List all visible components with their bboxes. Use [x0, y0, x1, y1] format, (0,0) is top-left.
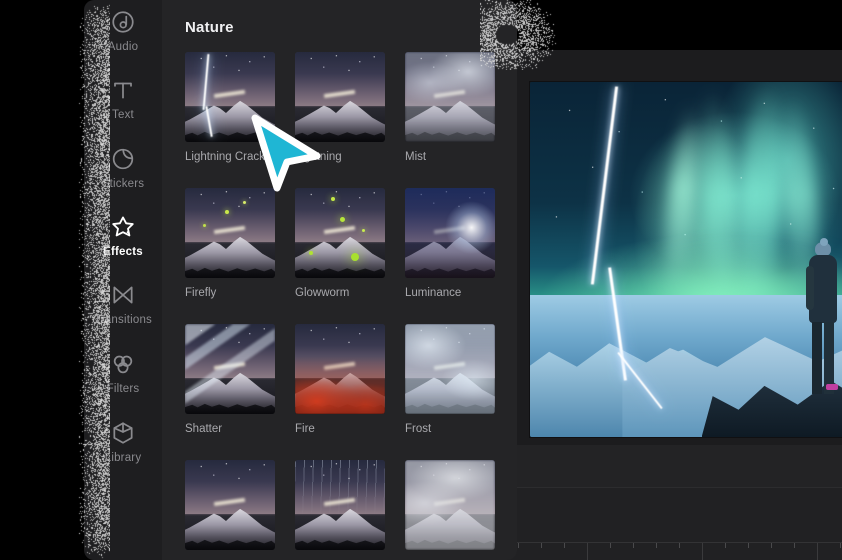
thumb-mountain — [185, 52, 275, 142]
sidebar-item-library[interactable]: Library — [84, 419, 162, 464]
effect-thumbnail[interactable] — [295, 324, 385, 414]
effect-item[interactable] — [405, 460, 495, 559]
effect-thumbnail[interactable] — [185, 52, 275, 142]
sidebar-item-effects[interactable]: Effects — [84, 213, 162, 258]
effect-label: Lightning Crack — [185, 151, 275, 163]
timeline-tick — [794, 543, 795, 548]
effect-label: Frost — [405, 423, 495, 435]
effect-item[interactable]: Firefly — [185, 188, 275, 299]
timeline-tick — [702, 543, 703, 560]
effect-item[interactable]: Mist — [405, 52, 495, 163]
thumb-luminance-overlay — [405, 188, 495, 278]
effect-thumbnail[interactable] — [295, 188, 385, 278]
effect-item[interactable] — [295, 460, 385, 559]
sidebar-item-label: Library — [84, 452, 162, 464]
sidebar-item-label: Effects — [84, 246, 162, 258]
sidebar-item-label: Transitions — [84, 314, 162, 326]
thumb-firefly — [203, 224, 206, 227]
effect-thumbnail[interactable] — [295, 52, 385, 142]
sidebar-item-label: Text — [84, 109, 162, 121]
preview-person — [806, 242, 840, 402]
effect-thumbnail[interactable] — [405, 188, 495, 278]
timeline-tick — [771, 543, 772, 548]
timeline-tick — [656, 543, 657, 548]
thumb-glowworm — [331, 197, 335, 201]
cube-icon — [84, 419, 162, 447]
effects-panel: Nature Lightning Crack Lightning Mist Firef… — [162, 0, 517, 560]
effect-item[interactable]: Luminance — [405, 188, 495, 299]
timeline-tick — [679, 543, 680, 548]
effect-thumbnail[interactable] — [405, 52, 495, 142]
effect-item[interactable]: Fire — [295, 324, 385, 435]
sparkle-star-icon — [84, 213, 162, 241]
video-preview[interactable] — [530, 82, 842, 437]
app-root: D 00:0300:06 AudioTextStickersEffectsTra… — [0, 0, 842, 560]
sidebar-item-filters[interactable]: Filters — [84, 350, 162, 395]
sidebar-item-label: Filters — [84, 383, 162, 395]
thumb-mountain — [185, 460, 275, 550]
timeline-tick — [725, 543, 726, 548]
timeline-tick — [633, 543, 634, 548]
effect-thumbnail[interactable] — [405, 460, 495, 550]
thumb-fog-overlay — [405, 460, 495, 550]
sidebar-item-label: Audio — [84, 41, 162, 53]
effect-thumbnail[interactable] — [185, 188, 275, 278]
effect-label: Fire — [295, 423, 385, 435]
effect-item[interactable]: Lightning Crack — [185, 52, 275, 163]
effect-thumbnail[interactable] — [295, 460, 385, 550]
thumb-rain-overlay — [295, 460, 385, 550]
timeline-tick — [748, 543, 749, 548]
audio-note-icon — [84, 8, 162, 36]
thumb-glowworm — [351, 253, 359, 261]
effect-item[interactable]: Shatter — [185, 324, 275, 435]
effect-label: Luminance — [405, 287, 495, 299]
timeline-tick — [541, 543, 542, 548]
effect-item[interactable]: Glowworm — [295, 188, 385, 299]
effect-label: Lightning — [295, 151, 385, 163]
sidebar-item-stickers[interactable]: Stickers — [84, 145, 162, 190]
timeline-tick — [518, 543, 519, 548]
effect-thumbnail[interactable] — [185, 324, 275, 414]
thumb-firefly — [225, 210, 229, 214]
thumb-fire-overlay — [295, 324, 385, 414]
effect-label: Glowworm — [295, 287, 385, 299]
sticker-circle-icon — [84, 145, 162, 173]
timeline-tick — [817, 543, 818, 560]
bowtie-icon — [84, 281, 162, 309]
sidebar-item-label: Stickers — [84, 178, 162, 190]
thumb-mountain — [295, 52, 385, 142]
text-t-icon — [84, 76, 162, 104]
effect-item[interactable] — [185, 460, 275, 559]
timeline-tick — [564, 543, 565, 548]
timeline-tick — [610, 543, 611, 548]
thumb-mountain — [185, 188, 275, 278]
sidebar-item-transitions[interactable]: Transitions — [84, 281, 162, 326]
effect-item[interactable]: Lightning — [295, 52, 385, 163]
effect-thumbnail[interactable] — [185, 460, 275, 550]
left-nav-sidebar: Audio Text Stickers Effects Transitions Filte… — [84, 0, 162, 560]
effect-label: Shatter — [185, 423, 275, 435]
thumb-firefly — [243, 201, 246, 204]
sidebar-item-text[interactable]: Text — [84, 76, 162, 121]
three-circles-icon — [84, 350, 162, 378]
thumb-glowworm — [340, 217, 345, 222]
panel-title: Nature — [185, 19, 234, 36]
timeline-tick — [587, 543, 588, 560]
sidebar-item-audio[interactable]: Audio — [84, 8, 162, 53]
thumb-mountain — [295, 188, 385, 278]
effect-label: Mist — [405, 151, 495, 163]
timeline-tick — [840, 543, 841, 548]
thumb-mist-overlay — [405, 52, 495, 142]
thumb-shatter-overlay — [185, 324, 275, 414]
effect-label: Firefly — [185, 287, 275, 299]
thumb-frost-overlay — [405, 324, 495, 414]
effect-item[interactable]: Frost — [405, 324, 495, 435]
effect-thumbnail[interactable] — [405, 324, 495, 414]
